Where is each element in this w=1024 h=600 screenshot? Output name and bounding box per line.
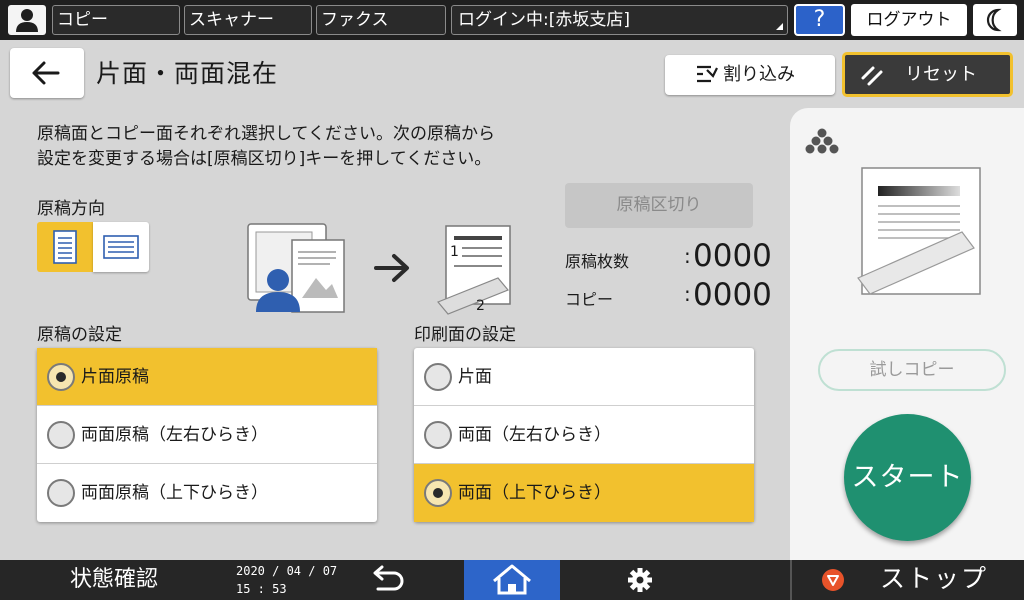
- energy-saver-button[interactable]: [973, 4, 1017, 36]
- original-settings-list: 片面原稿 両面原稿（左右ひらき） 両面原稿（上下ひらき）: [37, 348, 377, 522]
- print-option-single[interactable]: 片面: [414, 348, 754, 406]
- original-separator-button[interactable]: 原稿区切り: [565, 183, 753, 228]
- right-arrow-icon: [374, 254, 409, 282]
- radio-selected-icon: [47, 363, 75, 391]
- originals-count-value: 0000: [693, 238, 772, 274]
- back-button[interactable]: [10, 48, 84, 98]
- radio-unselected-icon: [47, 479, 75, 507]
- originals-count-label: 原稿枚数: [565, 252, 630, 271]
- home-icon: [493, 564, 531, 595]
- output-preview-icon: [857, 167, 981, 295]
- bottom-divider: [790, 560, 792, 600]
- originals-count-colon: :: [684, 244, 691, 268]
- tab-scanner[interactable]: スキャナー: [184, 5, 312, 35]
- interrupt-button[interactable]: 割り込み: [665, 55, 835, 95]
- login-status-label: ログイン中:[赤坂支店]: [458, 10, 630, 30]
- reset-icon: [861, 66, 883, 86]
- return-arrow-icon: [373, 565, 404, 591]
- duplex-output-icon: [437, 225, 511, 315]
- option-label: 両面原稿（左右ひらき）: [81, 425, 268, 445]
- page-title: 片面・両面混在: [96, 59, 279, 88]
- back-arrow-icon: [32, 61, 60, 85]
- original-option-duplex-tb[interactable]: 両面原稿（上下ひらき）: [37, 464, 377, 522]
- print-settings-list: 片面 両面（左右ひらき） 両面（上下ひらき）: [414, 348, 754, 522]
- orientation-toggle: [37, 222, 149, 272]
- start-button[interactable]: スタート: [844, 414, 971, 541]
- dropdown-corner-icon: [776, 23, 783, 30]
- copies-count-label: コピー: [565, 290, 614, 309]
- option-label: 両面（上下ひらき）: [458, 483, 611, 503]
- option-label: 両面（左右ひらき）: [458, 425, 611, 445]
- user-icon[interactable]: [8, 5, 46, 35]
- original-option-single[interactable]: 片面原稿: [37, 348, 377, 406]
- date-time: 2020 / 04 / 07 15 : 53: [236, 562, 337, 598]
- moon-icon: [986, 8, 1002, 32]
- radio-unselected-icon: [424, 363, 452, 391]
- original-stack-icon: [247, 223, 345, 313]
- user-glyph: [16, 9, 38, 32]
- option-label: 両面原稿（上下ひらき）: [81, 483, 268, 503]
- print-option-duplex-tb[interactable]: 両面（上下ひらき）: [414, 464, 754, 522]
- option-label: 片面原稿: [81, 367, 149, 387]
- orientation-portrait-button[interactable]: [37, 222, 93, 272]
- tab-fax[interactable]: ファクス: [316, 5, 446, 35]
- radio-unselected-icon: [424, 421, 452, 449]
- bottom-bar: 状態確認 2020 / 04 / 07 15 : 53 ストップ: [0, 560, 1024, 600]
- stop-label: ストップ: [880, 564, 989, 593]
- original-option-duplex-lr[interactable]: 両面原稿（左右ひらき）: [37, 406, 377, 464]
- portrait-page-icon: [53, 230, 77, 264]
- top-bar: コピー スキャナー ファクス ログイン中:[赤坂支店] ? ログアウト: [0, 0, 1024, 40]
- instruction-line-2: 設定を変更する場合は[原稿区切り]キーを押してください。: [37, 149, 492, 169]
- copies-count-colon: :: [684, 282, 691, 306]
- date-text: 2020 / 04 / 07: [236, 564, 338, 578]
- radio-unselected-icon: [47, 421, 75, 449]
- reset-label: リセット: [905, 64, 977, 85]
- radio-selected-icon: [424, 479, 452, 507]
- stop-icon: [822, 569, 844, 591]
- gear-icon: [628, 568, 652, 592]
- instruction-text: 原稿面とコピー面それぞれ選択してください。次の原稿から 設定を変更する場合は[原…: [37, 122, 495, 172]
- logout-button[interactable]: ログアウト: [851, 4, 967, 36]
- time-text: 15 : 53: [236, 582, 287, 596]
- trial-copy-button[interactable]: 試しコピー: [818, 349, 1006, 391]
- instruction-line-1: 原稿面とコピー面それぞれ選択してください。次の原稿から: [37, 124, 495, 144]
- orientation-label: 原稿方向: [37, 199, 105, 219]
- landscape-page-icon: [103, 235, 139, 259]
- page-number-2: 2: [476, 298, 485, 314]
- interrupt-label: 割り込み: [723, 64, 795, 85]
- help-button[interactable]: ?: [794, 4, 845, 36]
- print-settings-label: 印刷面の設定: [414, 325, 516, 345]
- home-button[interactable]: [464, 560, 560, 600]
- print-option-duplex-lr[interactable]: 両面（左右ひらき）: [414, 406, 754, 464]
- interrupt-icon: [697, 65, 718, 83]
- status-check-button[interactable]: 状態確認: [0, 560, 228, 600]
- stop-button[interactable]: ストップ: [800, 560, 1024, 600]
- return-button[interactable]: [340, 560, 440, 600]
- color-mode-icon: [805, 128, 839, 154]
- orientation-landscape-button[interactable]: [93, 222, 149, 272]
- settings-button[interactable]: [590, 560, 690, 600]
- page-number-1: 1: [450, 244, 459, 260]
- option-label: 片面: [458, 367, 492, 387]
- reset-button[interactable]: リセット: [842, 52, 1013, 97]
- login-status[interactable]: ログイン中:[赤坂支店]: [451, 5, 788, 35]
- original-settings-label: 原稿の設定: [37, 325, 122, 345]
- copies-count-value: 0000: [693, 277, 772, 313]
- tab-copy[interactable]: コピー: [52, 5, 180, 35]
